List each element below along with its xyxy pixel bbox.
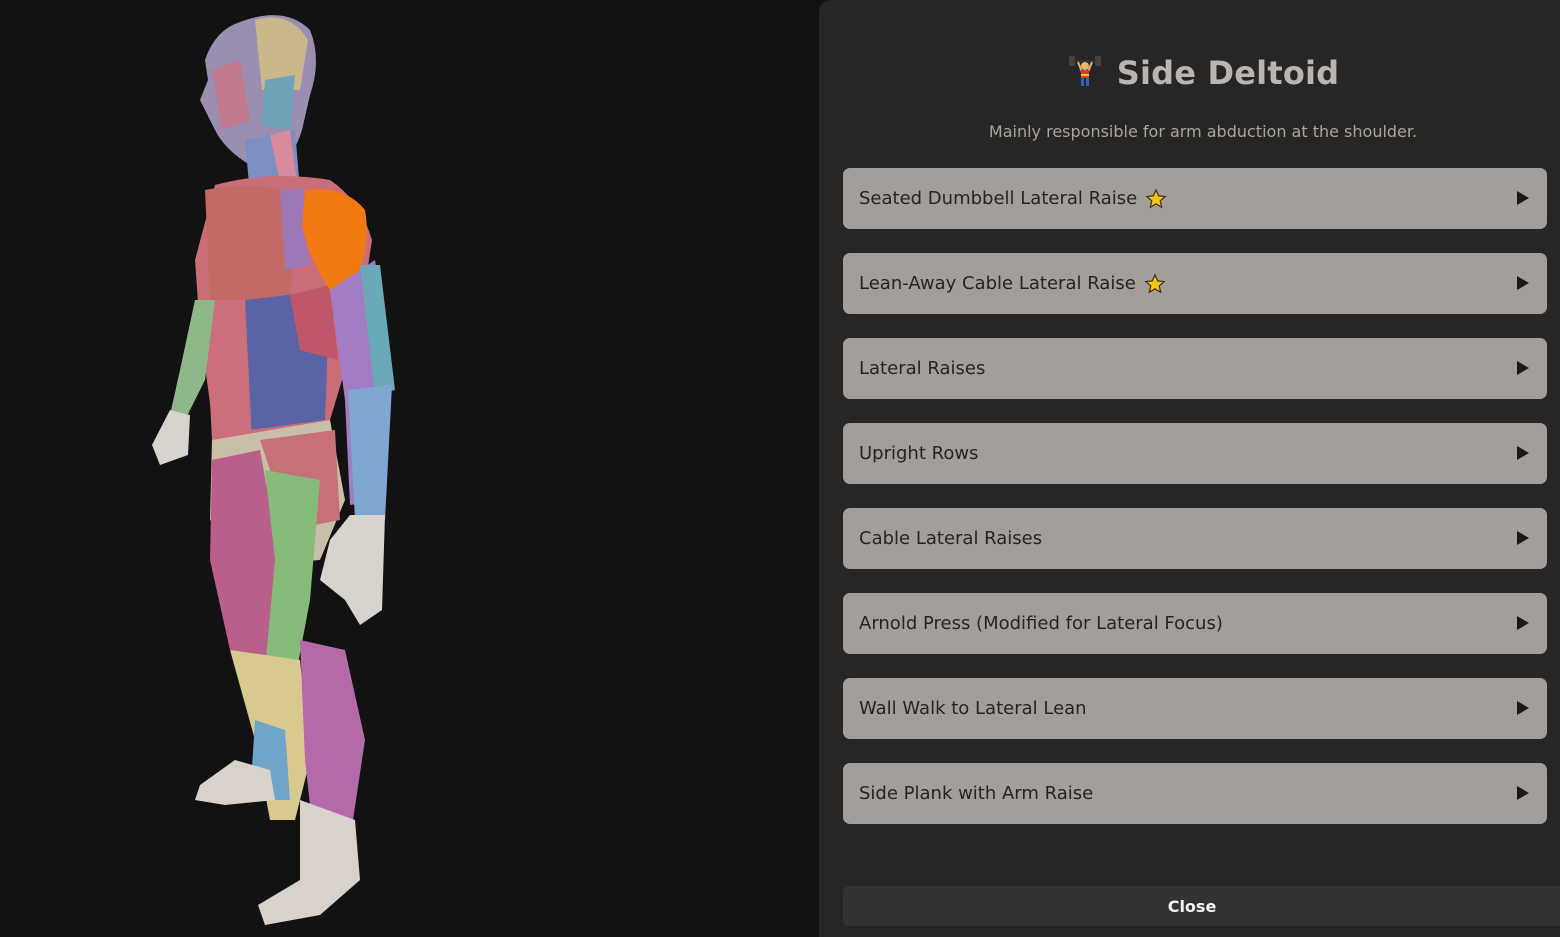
temporal-muscle bbox=[262, 75, 295, 130]
close-button-label: Close bbox=[1167, 896, 1217, 916]
expand-arrow-icon[interactable] bbox=[1517, 786, 1529, 800]
exercise-item[interactable]: Upright Rows bbox=[843, 423, 1547, 484]
star-icon bbox=[1144, 272, 1166, 295]
expand-arrow-icon[interactable] bbox=[1517, 701, 1529, 715]
exercise-item[interactable]: Lateral Raises bbox=[843, 338, 1547, 399]
exercise-item[interactable]: Cable Lateral Raises bbox=[843, 508, 1547, 569]
exercise-item[interactable]: Seated Dumbbell Lateral Raise bbox=[843, 168, 1547, 229]
forearm bbox=[348, 385, 392, 520]
anatomy-model[interactable] bbox=[0, 0, 820, 937]
exercise-item[interactable]: Wall Walk to Lateral Lean bbox=[843, 678, 1547, 739]
exercise-item[interactable]: Arnold Press (Modified for Lateral Focus… bbox=[843, 593, 1547, 654]
expand-arrow-icon[interactable] bbox=[1517, 191, 1529, 205]
close-button[interactable]: Close bbox=[843, 886, 1560, 926]
exercise-list: Seated Dumbbell Lateral Raise Lean-Away … bbox=[843, 168, 1547, 848]
muscle-description: Mainly responsible for arm abduction at … bbox=[988, 122, 1418, 141]
exercise-label: Lateral Raises bbox=[859, 358, 986, 379]
weightlifter-icon bbox=[1067, 52, 1103, 93]
exercise-label: Upright Rows bbox=[859, 443, 979, 464]
expand-arrow-icon[interactable] bbox=[1517, 616, 1529, 630]
exercise-item[interactable]: Lean-Away Cable Lateral Raise bbox=[843, 253, 1547, 314]
expand-arrow-icon[interactable] bbox=[1517, 361, 1529, 375]
exercise-label: Lean-Away Cable Lateral Raise bbox=[859, 273, 1136, 294]
expand-arrow-icon[interactable] bbox=[1517, 446, 1529, 460]
panel-title: Side Deltoid bbox=[1116, 53, 1340, 92]
exercise-label: Cable Lateral Raises bbox=[859, 528, 1043, 549]
far-hand bbox=[152, 410, 190, 465]
exercise-label: Wall Walk to Lateral Lean bbox=[859, 698, 1087, 719]
exercise-item[interactable]: Side Plank with Arm Raise bbox=[843, 763, 1547, 824]
exercise-label: Arnold Press (Modified for Lateral Focus… bbox=[859, 613, 1223, 634]
muscle-detail-panel: Side Deltoid Mainly responsible for arm … bbox=[819, 0, 1560, 937]
exercise-label: Side Plank with Arm Raise bbox=[859, 783, 1094, 804]
panel-header: Side Deltoid bbox=[819, 52, 1560, 93]
expand-arrow-icon[interactable] bbox=[1517, 531, 1529, 545]
expand-arrow-icon[interactable] bbox=[1517, 276, 1529, 290]
anatomy-3d-viewport[interactable] bbox=[0, 0, 820, 937]
exercise-label: Seated Dumbbell Lateral Raise bbox=[859, 188, 1138, 209]
star-icon bbox=[1145, 187, 1167, 210]
